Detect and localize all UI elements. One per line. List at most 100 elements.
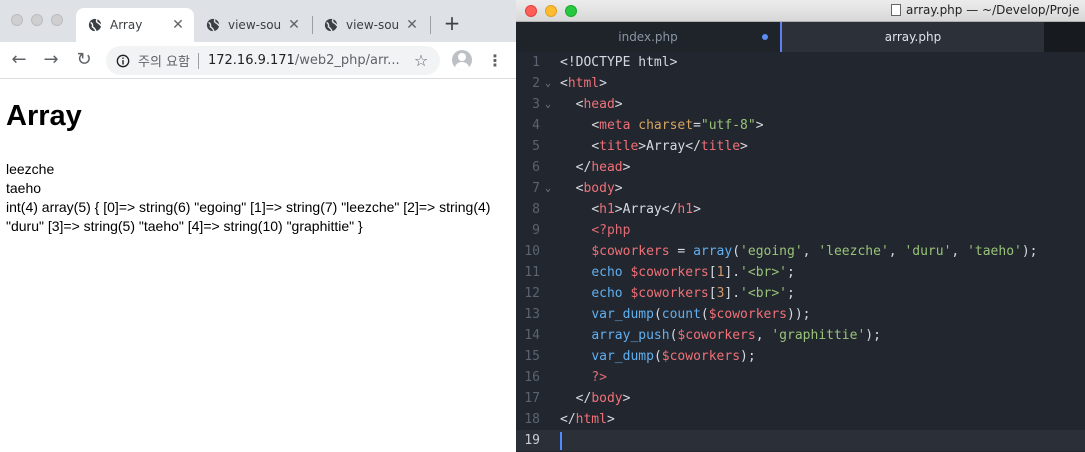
forward-button[interactable]: →	[40, 50, 62, 72]
window-minimize-button[interactable]	[31, 14, 43, 26]
line-number: 13	[524, 307, 540, 322]
close-icon[interactable]: ✕	[286, 17, 302, 33]
fold-chevron-icon[interactable]: ⌄	[545, 73, 551, 94]
window-close-button[interactable]	[525, 5, 537, 17]
code-token: >	[606, 412, 615, 427]
code-token: head	[583, 97, 615, 112]
security-status-label[interactable]: 주의 요함	[138, 51, 190, 70]
code-token: >	[614, 181, 623, 196]
code-line[interactable]: 15 var_dump($coworkers);	[516, 346, 1085, 367]
code-token: <	[591, 139, 600, 154]
address-bar[interactable]: 주의 요함 172.16.9.171/web2_php/arr... ☆	[106, 46, 440, 75]
tab-title: view-sou	[346, 18, 400, 32]
line-number: 16	[524, 370, 540, 385]
url-text[interactable]: 172.16.9.171/web2_php/arr...	[208, 53, 410, 68]
editor-tab-label: index.php	[618, 30, 678, 44]
window-zoom-button[interactable]	[565, 5, 577, 17]
code-token: >	[614, 202, 623, 217]
code-line[interactable]: 17 </body>	[516, 388, 1085, 409]
window-zoom-button[interactable]	[51, 14, 63, 26]
code-token: (	[653, 307, 662, 322]
tab-title: view-sou	[228, 18, 282, 32]
more-menu-icon[interactable]: ⋮	[487, 50, 503, 72]
avatar-body	[455, 62, 469, 70]
globe-icon	[88, 18, 102, 32]
code-text: <title>Array</title>	[560, 136, 748, 157]
new-tab-button[interactable]: +	[441, 12, 463, 34]
code-line[interactable]: 14 array_push($coworkers, 'graphittie');	[516, 325, 1085, 346]
code-line[interactable]: 13 var_dump(count($coworkers));	[516, 304, 1085, 325]
code-line[interactable]: 12 echo $coworkers[3].'<br>';	[516, 283, 1085, 304]
code-token: </	[575, 391, 592, 406]
code-text: var_dump($coworkers);	[560, 346, 756, 367]
page-content: Array leezche taeho int(4) array(5) { [0…	[0, 80, 516, 452]
code-line[interactable]: 2 ⌄ <html>	[516, 73, 1085, 94]
code-token: >	[622, 391, 631, 406]
profile-avatar[interactable]	[452, 50, 472, 70]
code-token: title	[599, 139, 639, 154]
code-token: $coworkers	[708, 307, 788, 322]
code-line[interactable]: 4 <meta charset="utf-8">	[516, 115, 1085, 136]
code-line[interactable]: 7 ⌄ <body>	[516, 178, 1085, 199]
code-token: count	[661, 307, 701, 322]
code-token: (	[653, 349, 662, 364]
browser-tab-view-source-1[interactable]: view-sou ✕	[194, 8, 310, 42]
code-token: ));	[787, 307, 811, 322]
code-line[interactable]: 1 <!DOCTYPE html>	[516, 52, 1085, 73]
code-line[interactable]: 18 </html>	[516, 409, 1085, 430]
line-number: 6	[532, 160, 540, 175]
code-line[interactable]: 9 <?php	[516, 220, 1085, 241]
window-close-button[interactable]	[11, 14, 23, 26]
window-minimize-button[interactable]	[545, 5, 557, 17]
code-line[interactable]: 16 ?>	[516, 367, 1085, 388]
code-text: echo $coworkers[3].'<br>';	[560, 283, 795, 304]
code-line[interactable]: 8 <h1>Array</h1>	[516, 199, 1085, 220]
code-text: <meta charset="utf-8">	[560, 115, 763, 136]
window-title-text: array.php — ~/Develop/Proje	[906, 3, 1080, 17]
code-line[interactable]: 6 </head>	[516, 157, 1085, 178]
code-line[interactable]: 11 echo $coworkers[1].'<br>';	[516, 262, 1085, 283]
line-number: 18	[524, 412, 540, 427]
fold-chevron-icon[interactable]: ⌄	[545, 94, 551, 115]
editor-tab-index-php[interactable]: index.php	[516, 22, 780, 52]
line-number: 8	[532, 202, 540, 217]
code-token: >	[599, 76, 607, 91]
close-icon[interactable]: ✕	[170, 17, 186, 33]
close-icon[interactable]: ✕	[404, 17, 420, 33]
editor-title-bar: array.php — ~/Develop/Proje	[516, 0, 1085, 22]
reload-button[interactable]: ↻	[73, 50, 95, 72]
bookmark-star-icon[interactable]: ☆	[410, 51, 432, 70]
php-output: leezche taeho int(4) array(5) { [0]=> st…	[6, 160, 501, 236]
code-token: ].	[724, 265, 741, 280]
code-area[interactable]: 1 <!DOCTYPE html> 2 ⌄ <html> 3 ⌄ <head> 4 <meta…	[516, 52, 1085, 452]
code-token: );	[740, 349, 756, 364]
code-token: ,	[951, 244, 968, 259]
code-line[interactable]: 19	[516, 430, 1085, 451]
back-button[interactable]: ←	[8, 50, 30, 72]
line-number: 11	[524, 265, 540, 280]
code-token: meta	[599, 118, 639, 133]
editor-tab-array-php[interactable]: array.php	[780, 22, 1044, 52]
editor-tab-bar: index.php array.php	[516, 22, 1085, 52]
code-token: $coworkers	[630, 265, 709, 280]
fold-chevron-icon[interactable]: ⌄	[545, 178, 551, 199]
code-line[interactable]: 5 <title>Array</title>	[516, 136, 1085, 157]
code-line[interactable]: 10 $coworkers = array('egoing', 'leezche…	[516, 241, 1085, 262]
code-token: ,	[802, 244, 819, 259]
code-text: array_push($coworkers, 'graphittie');	[560, 325, 881, 346]
browser-tab-array[interactable]: Array ✕	[76, 8, 194, 42]
browser-tab-view-source-2[interactable]: view-sou ✕	[312, 8, 428, 42]
unsaved-dot-icon[interactable]	[762, 34, 768, 40]
line-number: 14	[524, 328, 540, 343]
code-line[interactable]: 3 ⌄ <head>	[516, 94, 1085, 115]
code-token: ,	[888, 244, 905, 259]
tab-title: Array	[110, 18, 143, 32]
code-token: </	[661, 202, 678, 217]
info-icon[interactable]	[116, 54, 130, 68]
